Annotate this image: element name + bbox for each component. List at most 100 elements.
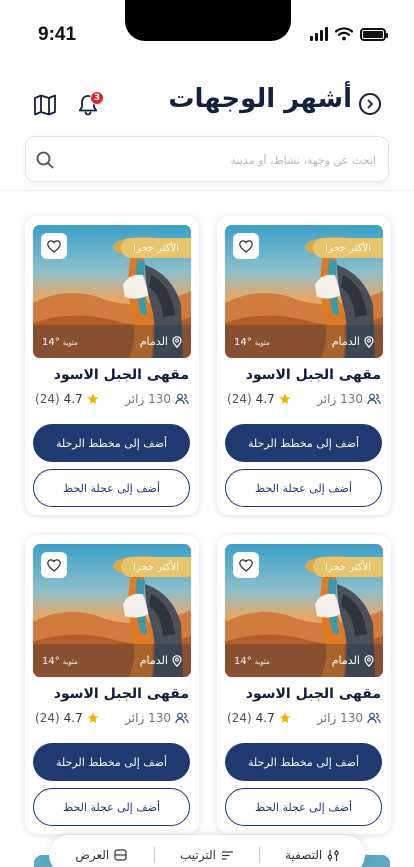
add-to-luck-wheel-button[interactable]: أضف إلى عجلة الحظ xyxy=(225,788,382,826)
status-time: 9:41 xyxy=(38,24,77,45)
favorite-button[interactable] xyxy=(233,233,259,259)
map-icon[interactable] xyxy=(32,92,58,118)
add-to-trip-plan-button[interactable]: أضف إلى مخطط الرحلة xyxy=(33,424,190,462)
star-icon xyxy=(87,712,99,723)
temperature-unit: مئوية xyxy=(254,338,270,347)
bottom-bar-divider xyxy=(153,847,155,863)
destination-card[interactable]: الأكثر حجزا الدمام 14° مئوية مقهى الجبل … xyxy=(25,535,199,834)
users-icon xyxy=(367,712,381,724)
location: الدمام xyxy=(332,654,374,667)
location-name: الدمام xyxy=(331,654,360,667)
notification-badge: 3 xyxy=(90,91,104,105)
location-pin-icon xyxy=(172,335,182,348)
filter-label: التصفية xyxy=(285,848,323,862)
sort-button[interactable]: الترتيب xyxy=(155,844,260,866)
destination-card[interactable]: الأكثر حجزا الدمام 14° مئوية مقهى الجبل … xyxy=(217,535,391,834)
bottom-action-bar: التصفية الترتيب العرض xyxy=(49,835,365,867)
header: أشهر الوجهات 3 xyxy=(0,80,414,130)
visitors-count: 130 زائر xyxy=(125,711,189,725)
destination-meta: 130 زائر 4.7 (24) xyxy=(227,391,381,407)
heart-icon xyxy=(47,239,61,253)
location: الدمام xyxy=(140,654,182,667)
page-title: أشهر الوجهات xyxy=(168,84,352,114)
rating: 4.7 (24) xyxy=(227,711,291,725)
destination-meta: 130 زائر 4.7 (24) xyxy=(227,710,381,726)
temperature-value: 14° xyxy=(42,337,60,348)
search-icon[interactable] xyxy=(35,150,55,170)
destination-card[interactable]: الأكثر حجزا الدمام 14° مئوية مقهى الجبل … xyxy=(25,216,199,515)
sort-icon xyxy=(221,850,233,860)
add-to-luck-wheel-button[interactable]: أضف إلى عجلة الحظ xyxy=(33,469,190,507)
users-icon xyxy=(175,393,189,405)
users-icon xyxy=(367,393,381,405)
filter-button[interactable]: التصفية xyxy=(260,844,365,866)
visitors-label: 130 زائر xyxy=(125,392,171,406)
destination-image: الأكثر حجزا الدمام 14° مئوية xyxy=(225,225,383,358)
location-name: الدمام xyxy=(331,335,360,348)
most-booked-badge: الأكثر حجزا xyxy=(121,557,191,577)
visitors-label: 130 زائر xyxy=(125,711,171,725)
search-input[interactable] xyxy=(76,149,376,171)
view-button[interactable]: العرض xyxy=(49,844,154,866)
chevron-right-icon xyxy=(367,99,373,109)
favorite-button[interactable] xyxy=(41,552,67,578)
destination-meta: 130 زائر 4.7 (24) xyxy=(35,710,189,726)
star-icon xyxy=(87,393,99,404)
visitors-label: 130 زائر xyxy=(317,392,363,406)
rating: 4.7 (24) xyxy=(35,711,99,725)
cellular-signal-icon xyxy=(310,27,328,41)
view-toggle-icon xyxy=(114,849,127,861)
star-icon xyxy=(279,393,291,404)
filter-sliders-icon xyxy=(327,849,340,861)
header-divider xyxy=(0,190,414,191)
location-pin-icon xyxy=(172,654,182,667)
back-button[interactable] xyxy=(359,93,381,115)
destination-image: الأكثر حجزا الدمام 14° مئوية xyxy=(33,225,191,358)
temperature-unit: مئوية xyxy=(254,657,270,666)
rating-score: 4.7 xyxy=(255,392,275,406)
favorite-button[interactable] xyxy=(233,552,259,578)
visitors-count: 130 زائر xyxy=(317,392,381,406)
temperature-value: 14° xyxy=(234,656,252,667)
destination-card[interactable]: الأكثر حجزا الدمام 14° مئوية مقهى الجبل … xyxy=(217,216,391,515)
reviews-count: (24) xyxy=(227,711,252,725)
add-to-trip-plan-button[interactable]: أضف إلى مخطط الرحلة xyxy=(225,743,382,781)
destination-title: مقهى الجبل الاسود xyxy=(245,367,381,383)
location: الدمام xyxy=(332,335,374,348)
most-booked-badge: الأكثر حجزا xyxy=(313,557,383,577)
temperature: 14° مئوية xyxy=(42,656,78,667)
add-to-luck-wheel-button[interactable]: أضف إلى عجلة الحظ xyxy=(33,788,190,826)
add-to-trip-plan-button[interactable]: أضف إلى مخطط الرحلة xyxy=(225,424,382,462)
rating: 4.7 (24) xyxy=(227,392,291,406)
add-to-luck-wheel-button[interactable]: أضف إلى عجلة الحظ xyxy=(225,469,382,507)
visitors-label: 130 زائر xyxy=(317,711,363,725)
rating-score: 4.7 xyxy=(63,711,83,725)
wifi-icon xyxy=(335,27,353,41)
most-booked-badge: الأكثر حجزا xyxy=(121,238,191,258)
rating-score: 4.7 xyxy=(255,711,275,725)
reviews-count: (24) xyxy=(35,711,60,725)
temperature: 14° مئوية xyxy=(234,337,270,348)
status-icons xyxy=(310,27,388,41)
temperature-value: 14° xyxy=(234,337,252,348)
users-icon xyxy=(175,712,189,724)
temperature-unit: مئوية xyxy=(62,338,78,347)
battery-icon xyxy=(360,27,388,41)
add-to-trip-plan-button[interactable]: أضف إلى مخطط الرحلة xyxy=(33,743,190,781)
destinations-grid: الأكثر حجزا الدمام 14° مئوية مقهى الجبل … xyxy=(25,216,391,834)
temperature-value: 14° xyxy=(42,656,60,667)
device-notch xyxy=(125,0,291,41)
reviews-count: (24) xyxy=(35,392,60,406)
rating-score: 4.7 xyxy=(63,392,83,406)
location-name: الدمام xyxy=(139,654,168,667)
visitors-count: 130 زائر xyxy=(125,392,189,406)
destination-meta: 130 زائر 4.7 (24) xyxy=(35,391,189,407)
destination-title: مقهى الجبل الاسود xyxy=(53,686,189,702)
heart-icon xyxy=(47,558,61,572)
temperature: 14° مئوية xyxy=(234,656,270,667)
star-icon xyxy=(279,712,291,723)
rating: 4.7 (24) xyxy=(35,392,99,406)
reviews-count: (24) xyxy=(227,392,252,406)
search-bar xyxy=(25,136,389,182)
favorite-button[interactable] xyxy=(41,233,67,259)
